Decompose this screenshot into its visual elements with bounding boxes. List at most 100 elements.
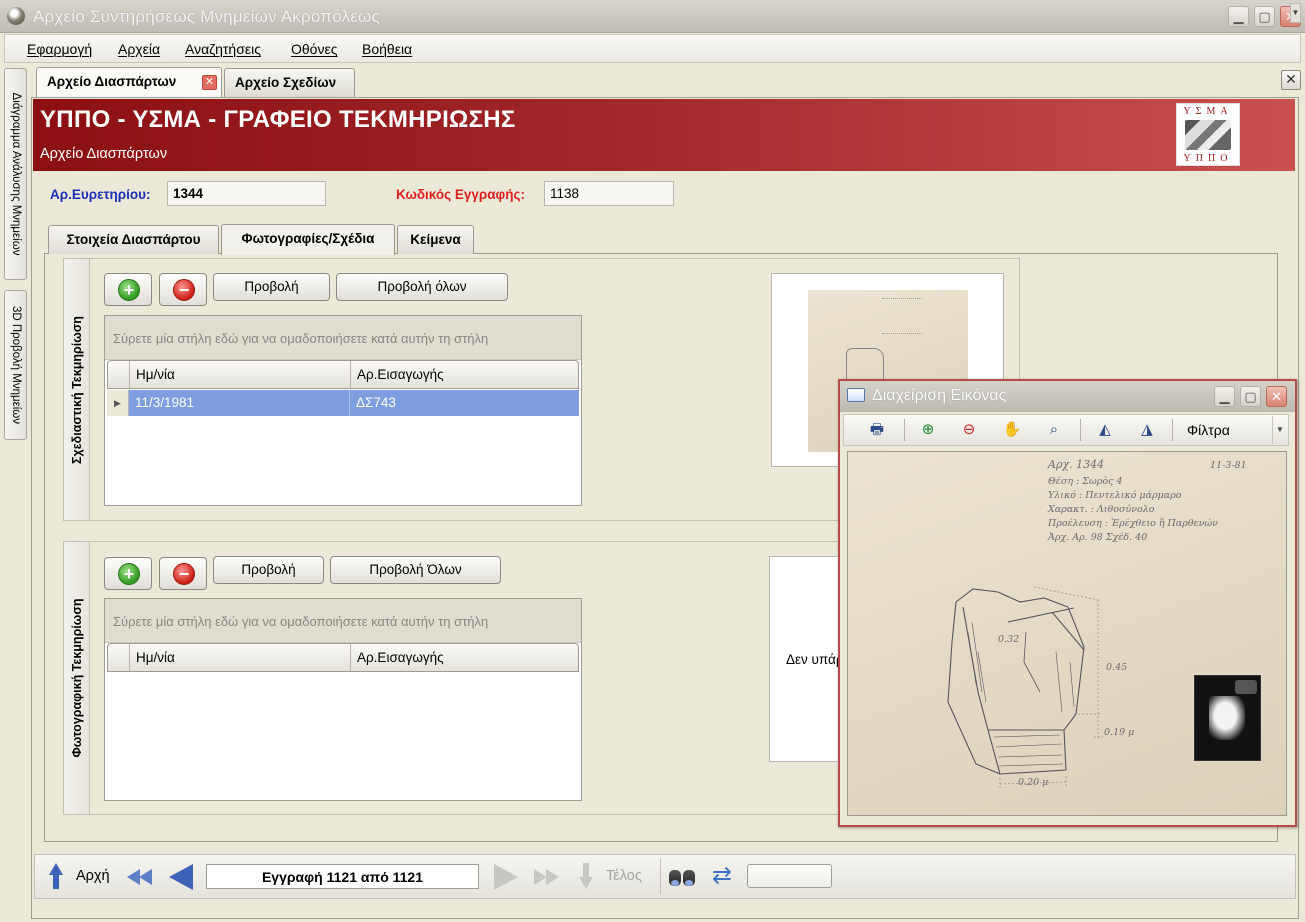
- magnifier-icon[interactable]: ⌕: [1042, 419, 1066, 441]
- previous-icon: [169, 864, 193, 890]
- toolbar-separator: [1080, 419, 1081, 441]
- menu-files[interactable]: Αρχεία: [118, 41, 160, 57]
- tab-label: Αρχείο Σχεδίων: [235, 75, 337, 90]
- tab-photos-drawings[interactable]: Φωτογραφίες/Σχέδια: [221, 224, 395, 255]
- side-tab-3d-view[interactable]: 3D Προβολή Μνημείων: [4, 290, 27, 440]
- menu-application[interactable]: Εφαρμογή: [27, 41, 92, 57]
- sketch-dimension: 0.32: [998, 634, 1020, 645]
- side-tab-label: Διάγραμμα Ανάλυσης Μνημείων: [9, 92, 22, 256]
- remove-icon: −: [173, 279, 195, 301]
- tab-label: Φωτογραφίες/Σχέδια: [241, 231, 375, 246]
- next-record-button[interactable]: [484, 858, 524, 895]
- banner-title: ΥΠΠΟ - ΥΣΜΑ - ΓΡΑΦΕΙΟ ΤΕΚΜΗΡΙΩΣΗΣ: [40, 106, 516, 133]
- banner-subtitle: Αρχείο Διασπάρτων: [40, 146, 168, 162]
- add-icon: +: [118, 279, 140, 301]
- logo-bottom-text: ΥΠΠΟ: [1183, 153, 1233, 164]
- remove-drawing-button[interactable]: −: [159, 273, 207, 306]
- flip-vertical-icon[interactable]: ◮: [1135, 419, 1159, 441]
- first-record-button[interactable]: Αρχή: [40, 858, 116, 895]
- print-icon[interactable]: 🖶: [865, 419, 889, 441]
- tab-label: Αρχείο Διασπάρτων: [47, 74, 177, 89]
- tab-label: Κείμενα: [410, 232, 461, 247]
- table-row[interactable]: ▶ 11/3/1981 ΔΣ743: [107, 390, 579, 416]
- remove-icon: −: [173, 563, 195, 585]
- view-drawing-button[interactable]: Προβολή: [213, 273, 330, 301]
- tab-scattered-archive[interactable]: Αρχείο Διασπάρτων: [36, 67, 222, 98]
- view-photo-button[interactable]: Προβολή: [213, 556, 324, 584]
- menu-screens[interactable]: Οθόνες: [291, 41, 337, 57]
- logo-top-text: ΥΣΜΑ: [1183, 106, 1233, 117]
- grid-header: Ημ/νία Αρ.Εισαγωγής: [107, 643, 579, 672]
- tab-scattered-details[interactable]: Στοιχεία Διασπάρτου: [48, 225, 219, 254]
- zoom-out-icon[interactable]: ⊖: [957, 419, 981, 441]
- close-document-icon[interactable]: ✕: [1281, 70, 1301, 90]
- cell-entry-number[interactable]: ΔΣ743: [350, 390, 579, 416]
- add-photo-button[interactable]: +: [104, 557, 152, 590]
- add-drawing-button[interactable]: +: [104, 273, 152, 306]
- close-icon[interactable]: ✕: [1266, 386, 1287, 407]
- last-record-button[interactable]: Τέλος: [570, 858, 656, 895]
- toolbar-separator: [904, 419, 905, 441]
- record-code-field[interactable]: 1138: [544, 181, 674, 206]
- navigation-extra-field[interactable]: [747, 864, 832, 888]
- maximize-icon[interactable]: ▢: [1240, 386, 1261, 407]
- side-tab-monument-analysis[interactable]: Διάγραμμα Ανάλυσης Μνημείων: [4, 68, 27, 280]
- refresh-icon[interactable]: ⇄: [707, 862, 737, 892]
- sketch-dimension: 0.20 μ: [1018, 777, 1049, 788]
- previous-record-button[interactable]: [162, 858, 202, 895]
- maximize-icon[interactable]: ▢: [1254, 6, 1275, 27]
- flip-horizontal-icon[interactable]: ◭: [1093, 419, 1117, 441]
- column-header-entry-number[interactable]: Αρ.Εισαγωγής: [351, 361, 578, 388]
- sketch-image-viewer[interactable]: Αρχ. 1344 11-3-81 Θέση : Σωρὸς 4 Υλικό :…: [847, 451, 1287, 816]
- app-icon[interactable]: [7, 7, 25, 25]
- previous-page-button[interactable]: [120, 858, 160, 895]
- column-header-date[interactable]: Ημ/νία: [130, 644, 351, 671]
- logo-mark-icon: [1185, 120, 1231, 150]
- nav-separator: [660, 858, 661, 894]
- pan-hand-icon[interactable]: ✋: [1000, 419, 1024, 441]
- first-arrow-icon: [49, 863, 63, 891]
- toolbar-separator: [1172, 419, 1173, 441]
- photo-inset: [1194, 675, 1261, 761]
- next-arrows-icon: [534, 869, 562, 885]
- next-icon: [494, 864, 518, 890]
- add-icon: +: [118, 563, 140, 585]
- side-tab-label: 3D Προβολή Μνημείων: [9, 305, 22, 425]
- sketch-dimension: 0.19 μ: [1104, 727, 1135, 738]
- column-header-entry-number[interactable]: Αρ.Εισαγωγής: [351, 644, 578, 671]
- inventory-number-label: Αρ.Ευρετηρίου:: [50, 187, 151, 202]
- filters-menu[interactable]: Φίλτρα: [1187, 422, 1230, 438]
- group-by-area[interactable]: Σύρετε μία στήλη εδώ για να ομαδοποιήσετ…: [105, 599, 581, 643]
- grid-header: Ημ/νία Αρ.Εισαγωγής: [107, 360, 579, 389]
- next-page-button[interactable]: [527, 858, 567, 895]
- sketch-dimension: 0.45: [1106, 662, 1128, 673]
- menu-searches[interactable]: Αναζητήσεις: [185, 41, 261, 57]
- last-arrow-icon: [579, 863, 593, 891]
- ysma-logo: ΥΣΜΑ ΥΠΠΟ: [1176, 103, 1240, 166]
- view-all-photos-button[interactable]: Προβολή Όλων: [330, 556, 501, 584]
- close-tab-icon[interactable]: ✕: [202, 75, 217, 90]
- previous-arrows-icon: [127, 869, 155, 885]
- minimize-icon[interactable]: ▁: [1214, 386, 1235, 407]
- minimize-icon[interactable]: ▁: [1228, 6, 1249, 27]
- tab-label: Στοιχεία Διασπάρτου: [66, 232, 201, 247]
- menu-help[interactable]: Βοήθεια: [362, 41, 412, 57]
- remove-photo-button[interactable]: −: [159, 557, 207, 590]
- menubar-overflow-button[interactable]: ▼: [1290, 3, 1301, 23]
- tab-texts[interactable]: Κείμενα: [397, 225, 474, 254]
- binoculars-icon[interactable]: [668, 864, 698, 890]
- photo-section-sidebar: Φωτογραφική Τεκμηρίωση: [64, 542, 90, 814]
- inventory-number-field[interactable]: 1344: [167, 181, 326, 206]
- image-window-title: Διαχείριση Εικόνας: [872, 387, 1007, 404]
- zoom-in-icon[interactable]: ⊕: [916, 419, 940, 441]
- record-position-field[interactable]: Εγγραφή 1121 από 1121: [206, 864, 479, 889]
- photo-section-title: Φωτογραφική Τεκμηρίωση: [69, 598, 84, 758]
- image-window-icon: [847, 388, 865, 402]
- thumbnail-notes: [882, 298, 922, 334]
- group-by-area[interactable]: Σύρετε μία στήλη εδώ για να ομαδοποιήσετ…: [105, 316, 581, 360]
- toolbar-overflow-icon[interactable]: ▼: [1272, 416, 1287, 444]
- view-all-drawings-button[interactable]: Προβολή όλων: [336, 273, 508, 301]
- tab-drawings-archive[interactable]: Αρχείο Σχεδίων: [224, 68, 355, 97]
- column-header-date[interactable]: Ημ/νία: [130, 361, 351, 388]
- cell-date[interactable]: 11/3/1981: [129, 390, 350, 416]
